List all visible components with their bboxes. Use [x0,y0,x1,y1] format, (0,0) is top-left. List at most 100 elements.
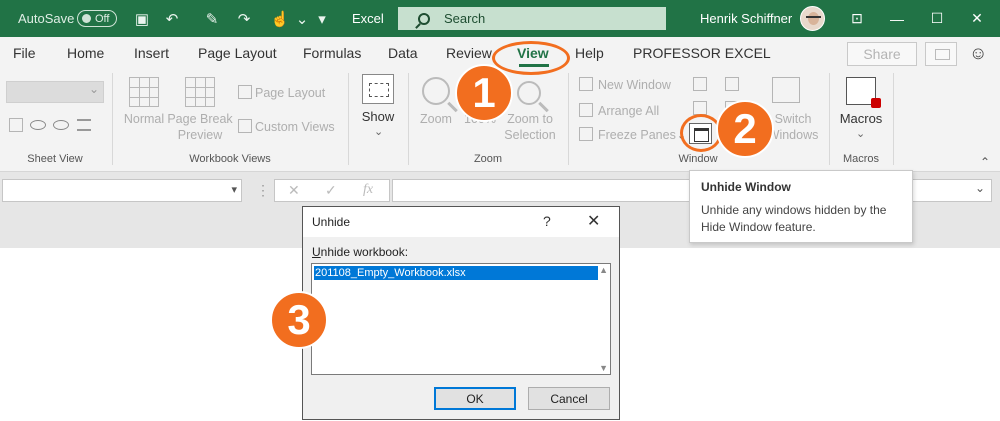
name-box[interactable] [2,179,242,202]
tab-insert[interactable]: Insert [134,45,169,61]
cancel-button[interactable]: Cancel [528,387,610,410]
share-button[interactable]: Share [847,42,917,66]
page-break-label-line1: Page Break [167,112,233,126]
custom-views-button[interactable]: Custom Views [255,119,335,135]
new-view-icon[interactable] [53,120,69,130]
zoom-icon [422,77,450,105]
tooltip-title: Unhide Window [701,180,791,194]
workbook-list[interactable]: 201108_Empty_Workbook.xlsx ▲ ▼ [311,263,611,375]
search-placeholder: Search [444,11,486,26]
group-divider [568,73,569,165]
group-divider [829,73,830,165]
normal-view-button[interactable]: Normal [118,111,170,127]
normal-view-icon [129,77,159,107]
split-icon[interactable] [693,77,707,91]
formula-buttons: ✕ ✓ fx [274,179,390,202]
app-name: Excel [352,11,384,26]
sheet-view-group-label: Sheet View [27,153,83,165]
dialog-titlebar: Unhide ? ✕ [303,207,619,237]
dialog-title: Unhide [312,215,351,229]
zoom-to-selection-button[interactable]: Zoom to Selection [500,111,560,143]
format-painter-icon[interactable]: ✎ [200,0,224,37]
zoom-selection-label-line2: Selection [504,128,556,142]
comments-button[interactable] [925,42,957,66]
freeze-panes-icon [579,127,593,141]
tab-file[interactable]: File [13,45,36,61]
switch-windows-icon [772,77,800,103]
tab-help[interactable]: Help [575,45,604,61]
workbook-views-group-label: Workbook Views [189,153,271,165]
unhide-workbook-label: Unhide workbook: [312,245,408,259]
autosave-state: Off [95,12,110,25]
customize-toolbar-icon[interactable]: ▾ [310,0,334,37]
undo-icon[interactable]: ↶ [160,0,184,37]
ribbon-display-options-icon[interactable]: ⊡ [836,0,878,37]
redo-icon[interactable]: ↷ [232,0,256,37]
new-window-button[interactable]: New Window [598,77,671,93]
zoom-button[interactable]: Zoom [414,111,458,127]
save-icon[interactable]: ▣ [130,0,154,37]
toggle-knob [82,14,91,23]
macros-icon [846,77,881,108]
new-window-icon [579,77,593,91]
hide-window-icon[interactable] [693,101,707,115]
scroll-down-icon[interactable]: ▼ [599,363,608,373]
tooltip-body: Unhide any windows hidden by the Hide Wi… [701,203,887,234]
unhide-window-tooltip: Unhide Window Unhide any windows hidden … [689,170,913,243]
zoom-selection-label-line1: Zoom to [507,112,553,126]
callout-2: 2 [716,100,774,158]
enter-icon[interactable]: ✓ [325,182,337,199]
tab-home[interactable]: Home [67,45,104,61]
group-divider [112,73,113,165]
page-layout-button[interactable]: Page Layout [255,85,325,101]
close-icon[interactable]: ✕ [587,211,600,231]
zoom-to-selection-icon [517,81,541,105]
label-accelerator: U [312,245,321,259]
tab-formulas[interactable]: Formulas [303,45,361,61]
tab-review[interactable]: Review [446,45,492,61]
macros-group-label: Macros [842,153,880,165]
search-input[interactable]: Search [398,7,666,30]
group-divider [348,73,349,165]
freeze-panes-button[interactable]: Freeze Panes [598,127,676,143]
chevron-down-icon: ⌄ [856,128,866,140]
tab-data[interactable]: Data [388,45,418,61]
autosave-toggle[interactable]: Off [77,10,117,27]
ok-button[interactable]: OK [434,387,516,410]
macros-button[interactable]: Macros [834,111,888,127]
show-icon [362,74,394,104]
view-options-icon[interactable] [77,119,91,131]
scroll-up-icon[interactable]: ▲ [599,265,608,275]
show-button[interactable]: Show [355,109,401,125]
maximize-icon[interactable]: ☐ [916,0,958,37]
avatar-glasses [806,16,821,19]
sheet-view-dropdown[interactable] [6,81,104,103]
tab-page-layout[interactable]: Page Layout [198,45,277,61]
touch-mode-icon[interactable]: ☝ [268,0,292,37]
keep-view-icon[interactable] [9,118,23,132]
close-icon[interactable]: ✕ [956,0,998,37]
custom-views-icon [238,119,252,133]
chevron-down-icon: ⌄ [374,126,384,138]
user-name[interactable]: Henrik Schiffner [700,0,792,37]
view-side-by-side-icon[interactable] [725,77,739,91]
insert-function-icon[interactable]: fx [363,182,373,198]
list-item[interactable]: 201108_Empty_Workbook.xlsx [314,266,598,280]
help-icon[interactable]: ? [543,213,551,229]
arrange-all-button[interactable]: Arrange All [598,103,659,119]
cancel-icon[interactable]: ✕ [288,182,300,199]
group-divider [893,73,894,165]
page-break-label-line2: Preview [177,128,223,142]
feedback-smiley-icon[interactable]: ☺ [969,43,987,64]
page-break-preview-icon [185,77,215,107]
callout-1: 1 [455,64,513,122]
zoom-group-label: Zoom [473,153,503,165]
more-icon[interactable]: ⋮ [256,182,270,199]
tab-professor-excel[interactable]: PROFESSOR EXCEL [633,45,771,61]
exit-view-icon[interactable] [30,120,46,130]
highlight-ring-view-tab [492,41,570,75]
avatar[interactable] [800,6,825,31]
minimize-icon[interactable]: — [876,0,918,37]
collapse-ribbon-icon[interactable]: ⌃ [980,155,990,169]
page-break-preview-button[interactable]: Page Break Preview [166,111,234,143]
